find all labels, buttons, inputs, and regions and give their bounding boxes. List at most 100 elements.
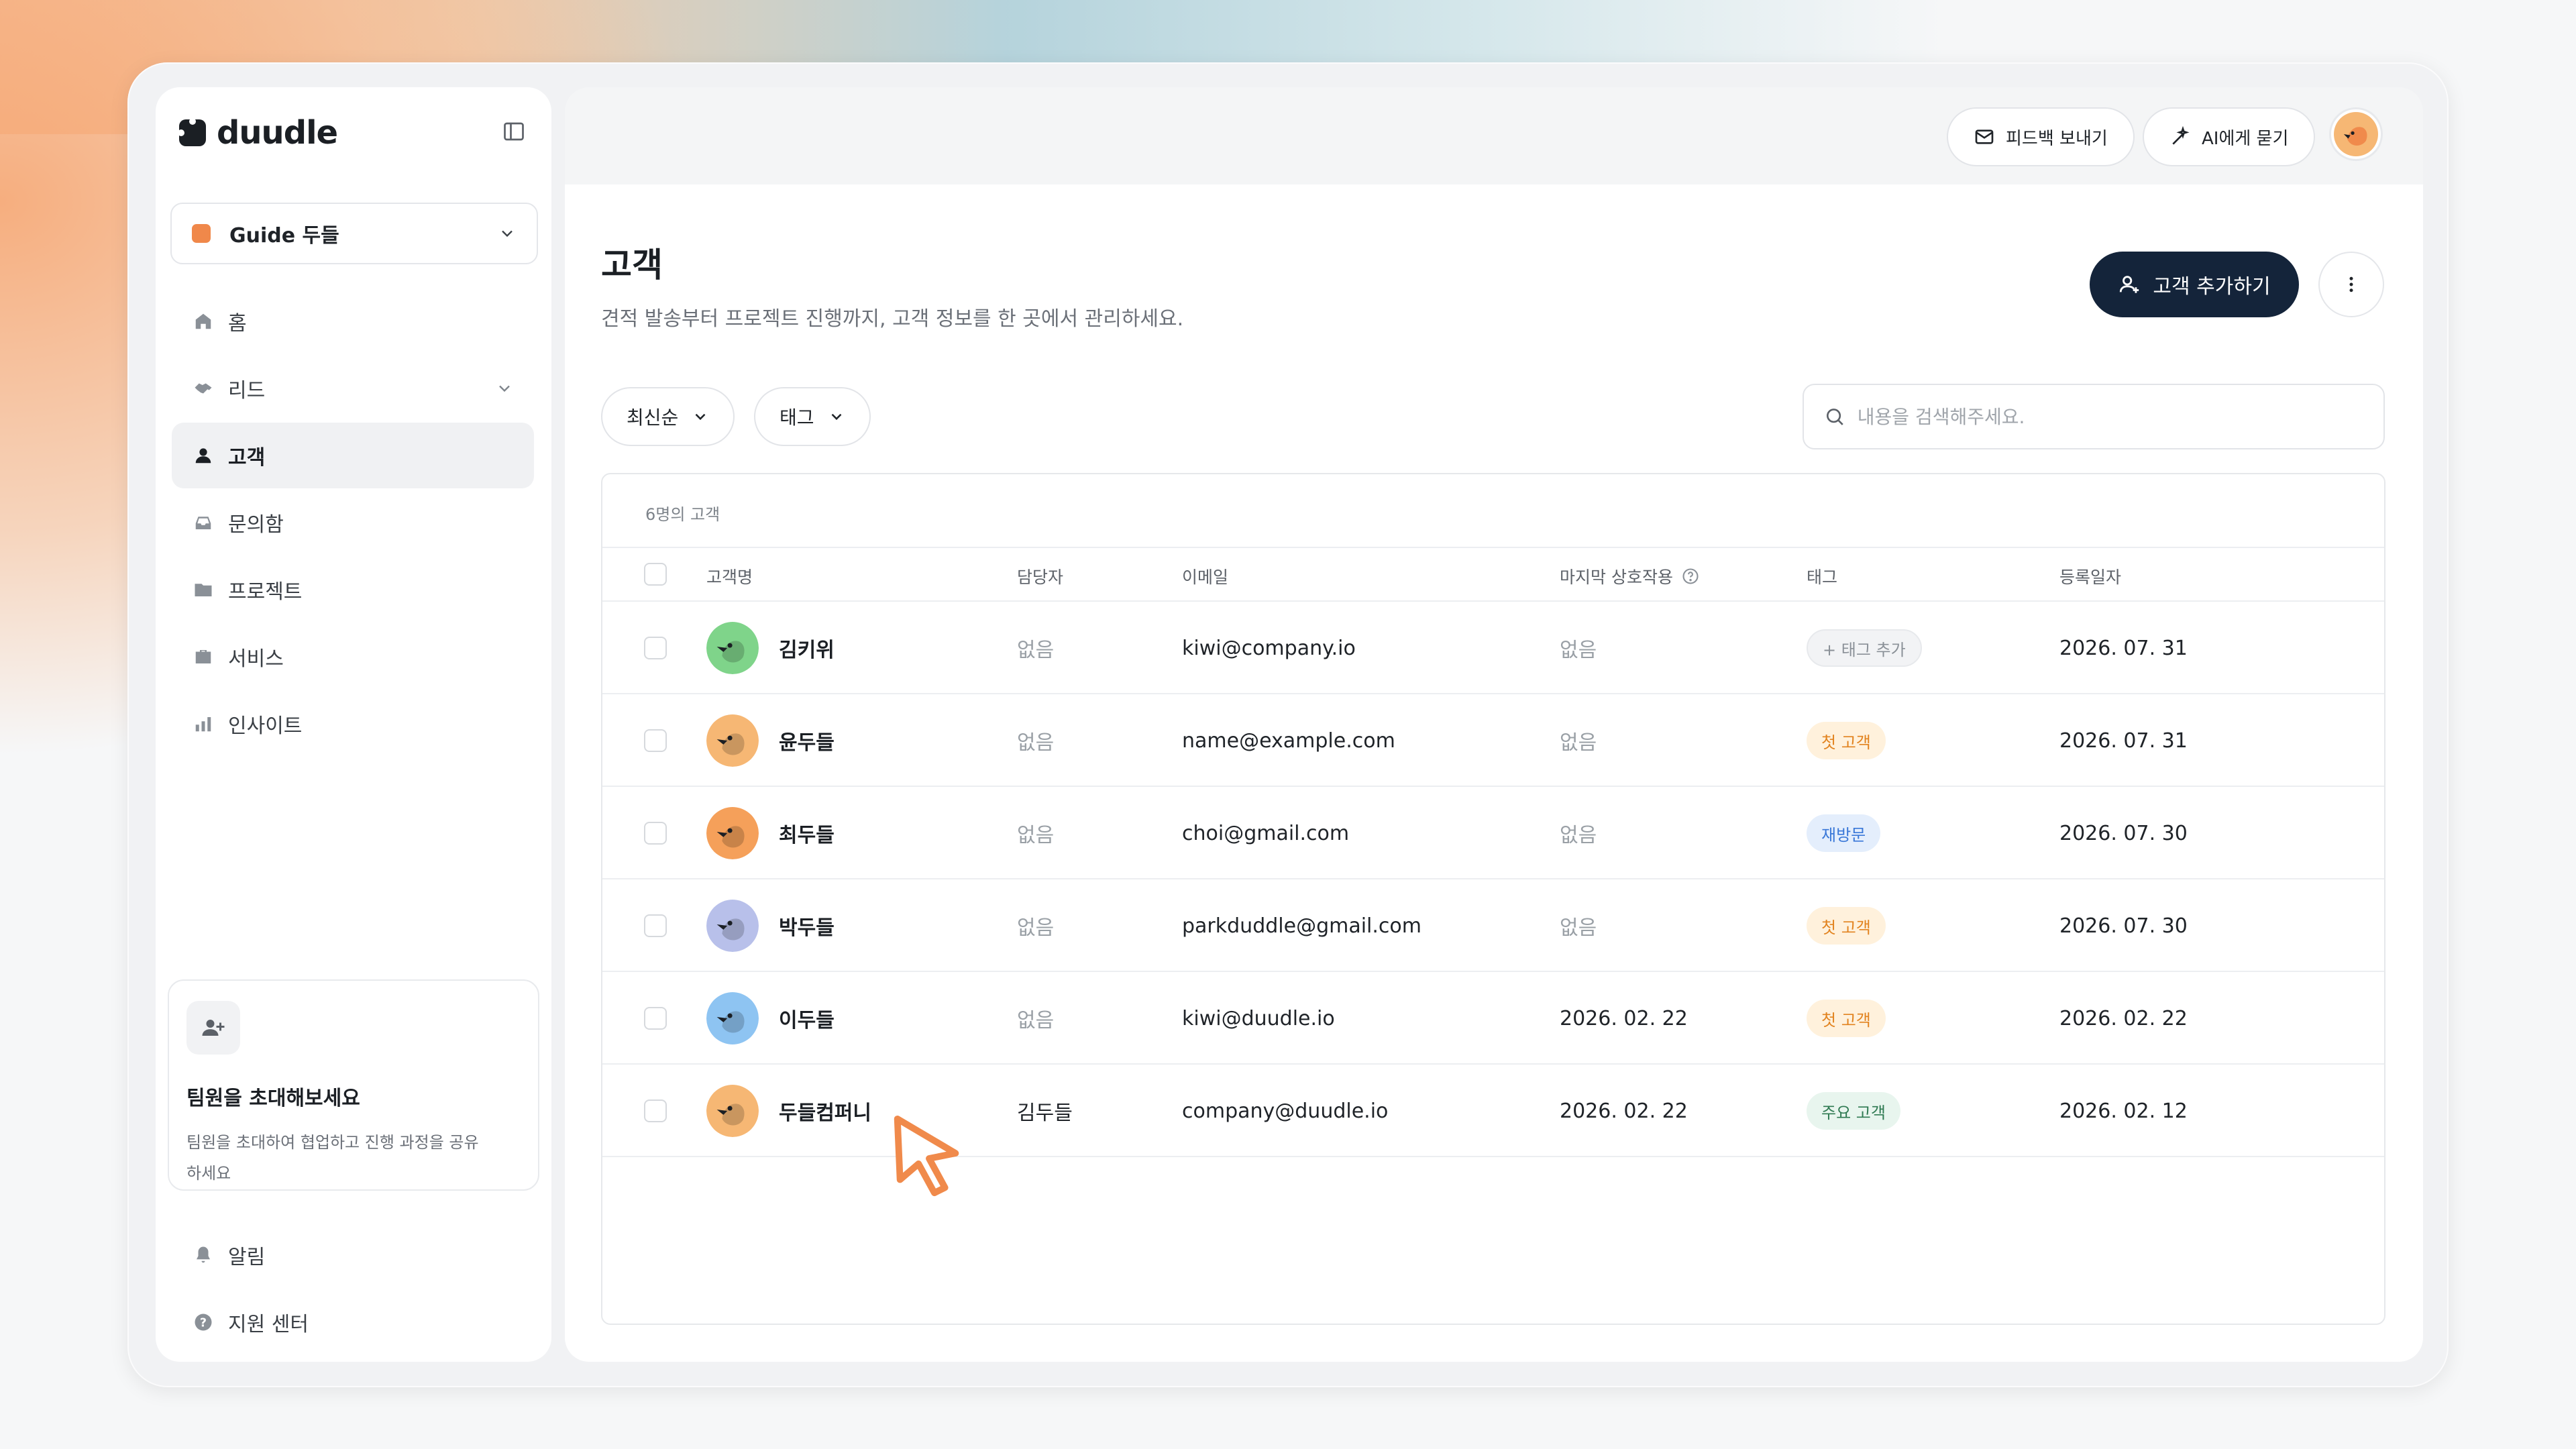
date-cell: 2026. 07. 31	[2059, 729, 2188, 753]
sidebar-item-label: 리드	[228, 379, 266, 402]
header-date[interactable]: 등록일자	[2059, 564, 2121, 588]
last-interaction-cell: 2026. 02. 22	[1560, 1099, 1688, 1123]
avatar	[706, 992, 759, 1044]
mouse-pointer-icon	[894, 1115, 959, 1197]
invite-description: 팀원을 초대하여 협업하고 진행 과정을 공유하세요	[186, 1133, 479, 1183]
tag-cell: 첫 고객	[1807, 694, 1886, 787]
customer-cell[interactable]: 김키위	[706, 602, 835, 694]
sidebar-item-inbox[interactable]: 문의함	[172, 490, 534, 555]
tag-filter-label: 태그	[780, 407, 814, 429]
ask-ai-button[interactable]: AI에게 묻기	[2143, 107, 2316, 166]
tag-cell: 첫 고객	[1807, 972, 1886, 1065]
sidebar-item-support[interactable]: ? 지원 센터	[172, 1289, 534, 1355]
chevron-down-icon[interactable]	[495, 379, 514, 398]
customer-name: 최두들	[779, 824, 835, 847]
topbar: 피드백 보내기 AI에게 묻기	[565, 87, 2423, 184]
logo[interactable]: duudle	[178, 114, 338, 152]
manager-cell: 없음	[1017, 639, 1055, 662]
search-box[interactable]	[1803, 384, 2385, 449]
last-interaction-cell: 없음	[1560, 916, 1597, 940]
sidebar-item-insights[interactable]: 인사이트	[172, 691, 534, 757]
bar-chart-icon	[192, 712, 215, 735]
row-checkbox[interactable]	[644, 1065, 667, 1157]
email-cell: company@duudle.io	[1182, 1099, 1389, 1123]
sort-dropdown[interactable]: 최신순	[601, 387, 735, 446]
user-avatar[interactable]	[2329, 107, 2383, 161]
manager-cell: 없음	[1017, 1009, 1055, 1032]
home-icon	[192, 310, 215, 333]
customer-cell[interactable]: 윤두들	[706, 694, 835, 787]
tag-filter-dropdown[interactable]: 태그	[754, 387, 871, 446]
customer-cell[interactable]: 두들컴퍼니	[706, 1065, 871, 1157]
add-customer-button[interactable]: 고객 추가하기	[2090, 252, 2299, 317]
add-tag-button[interactable]: + 태그 추가	[1807, 629, 1922, 667]
customer-cell[interactable]: 박두들	[706, 879, 835, 972]
sidebar-nav: 홈 리드 고객 문의함 프로젝트 서비스 인사이트	[172, 288, 534, 758]
more-options-button[interactable]	[2318, 252, 2384, 317]
mail-icon	[1975, 129, 1994, 144]
table-row[interactable]: 윤두들 없음 name@example.com 없음 첫 고객 2026. 07. 31	[602, 694, 2384, 787]
search-input[interactable]	[1857, 405, 2363, 428]
page-subtitle: 견적 발송부터 프로젝트 진행까지, 고객 정보를 한 곳에서 관리하세요.	[601, 307, 1184, 331]
chevron-down-icon	[695, 413, 706, 421]
customer-table: 6명의 고객 고객명 담당자 이메일 마지막 상호작용 태그 등록일자 김키위 없…	[601, 473, 2385, 1325]
row-checkbox[interactable]	[644, 879, 667, 972]
avatar	[706, 622, 759, 674]
table-header: 고객명 담당자 이메일 마지막 상호작용 태그 등록일자	[602, 547, 2384, 602]
sidebar-item-notifications[interactable]: 알림	[172, 1222, 534, 1288]
tag-badge: 첫 고객	[1807, 1000, 1886, 1037]
table-row[interactable]: 김키위 없음 kiwi@company.io 없음 + 태그 추가 2026. 07. 3…	[602, 602, 2384, 694]
customer-name: 박두들	[779, 916, 835, 940]
row-checkbox[interactable]	[644, 602, 667, 694]
row-checkbox[interactable]	[644, 694, 667, 787]
customer-cell[interactable]: 최두들	[706, 787, 835, 879]
sidebar-item-projects[interactable]: 프로젝트	[172, 557, 534, 623]
row-checkbox[interactable]	[644, 787, 667, 879]
sidebar-collapse-icon[interactable]	[502, 119, 526, 144]
inbox-icon	[192, 511, 215, 534]
header-last-interaction[interactable]: 마지막 상호작용	[1560, 564, 1700, 588]
person-icon	[192, 444, 215, 467]
feedback-button[interactable]: 피드백 보내기	[1947, 107, 2135, 166]
header-last-interaction-label: 마지막 상호작용	[1560, 568, 1673, 587]
sidebar-item-label: 서비스	[228, 647, 284, 671]
invite-title: 팀원을 초대해보세요	[186, 1087, 360, 1110]
header-tag[interactable]: 태그	[1807, 564, 1837, 588]
customer-cell[interactable]: 이두들	[706, 972, 835, 1065]
header-name[interactable]: 고객명	[706, 564, 753, 588]
tag-badge: 재방문	[1807, 814, 1881, 852]
email-cell: choi@gmail.com	[1182, 821, 1350, 845]
avatar	[706, 807, 759, 859]
avatar	[706, 900, 759, 952]
tag-cell: 재방문	[1807, 787, 1881, 879]
avatar	[706, 1085, 759, 1137]
sidebar-item-label: 문의함	[228, 513, 284, 537]
customer-name: 윤두들	[779, 731, 835, 755]
workspace-select[interactable]: Guide 두들	[170, 203, 538, 264]
briefcase-icon	[192, 645, 215, 668]
sidebar-item-label: 고객	[228, 446, 266, 470]
manager-cell: 김두들	[1017, 1102, 1073, 1125]
manager-cell: 없음	[1017, 731, 1055, 755]
add-customer-label: 고객 추가하기	[2153, 275, 2271, 299]
folder-icon	[192, 578, 215, 601]
table-row[interactable]: 두들컴퍼니 김두들 company@duudle.io 2026. 02. 22 주요 …	[602, 1065, 2384, 1157]
more-vertical-icon	[2349, 276, 2353, 292]
sidebar-item-services[interactable]: 서비스	[172, 624, 534, 690]
last-interaction-cell: 없음	[1560, 731, 1597, 755]
avatar	[706, 714, 759, 767]
select-all-checkbox[interactable]	[644, 563, 667, 586]
chevron-down-icon	[502, 230, 513, 237]
sidebar-item-lead[interactable]: 리드	[172, 356, 534, 421]
header-manager[interactable]: 담당자	[1017, 564, 1063, 588]
header-email[interactable]: 이메일	[1182, 564, 1228, 588]
table-row[interactable]: 박두들 없음 parkduddle@gmail.com 없음 첫 고객 2026. 07.…	[602, 879, 2384, 972]
sidebar-item-customers[interactable]: 고객	[172, 423, 534, 488]
help-circle-icon[interactable]	[1681, 567, 1700, 586]
invite-card[interactable]: 팀원을 초대해보세요 팀원을 초대하여 협업하고 진행 과정을 공유하세요	[168, 979, 539, 1191]
table-row[interactable]: 최두들 없음 choi@gmail.com 없음 재방문 2026. 07. 30	[602, 787, 2384, 879]
sidebar-item-home[interactable]: 홈	[172, 288, 534, 354]
email-cell: kiwi@company.io	[1182, 636, 1356, 660]
row-checkbox[interactable]	[644, 972, 667, 1065]
table-row[interactable]: 이두들 없음 kiwi@duudle.io 2026. 02. 22 첫 고객 2026.…	[602, 972, 2384, 1065]
